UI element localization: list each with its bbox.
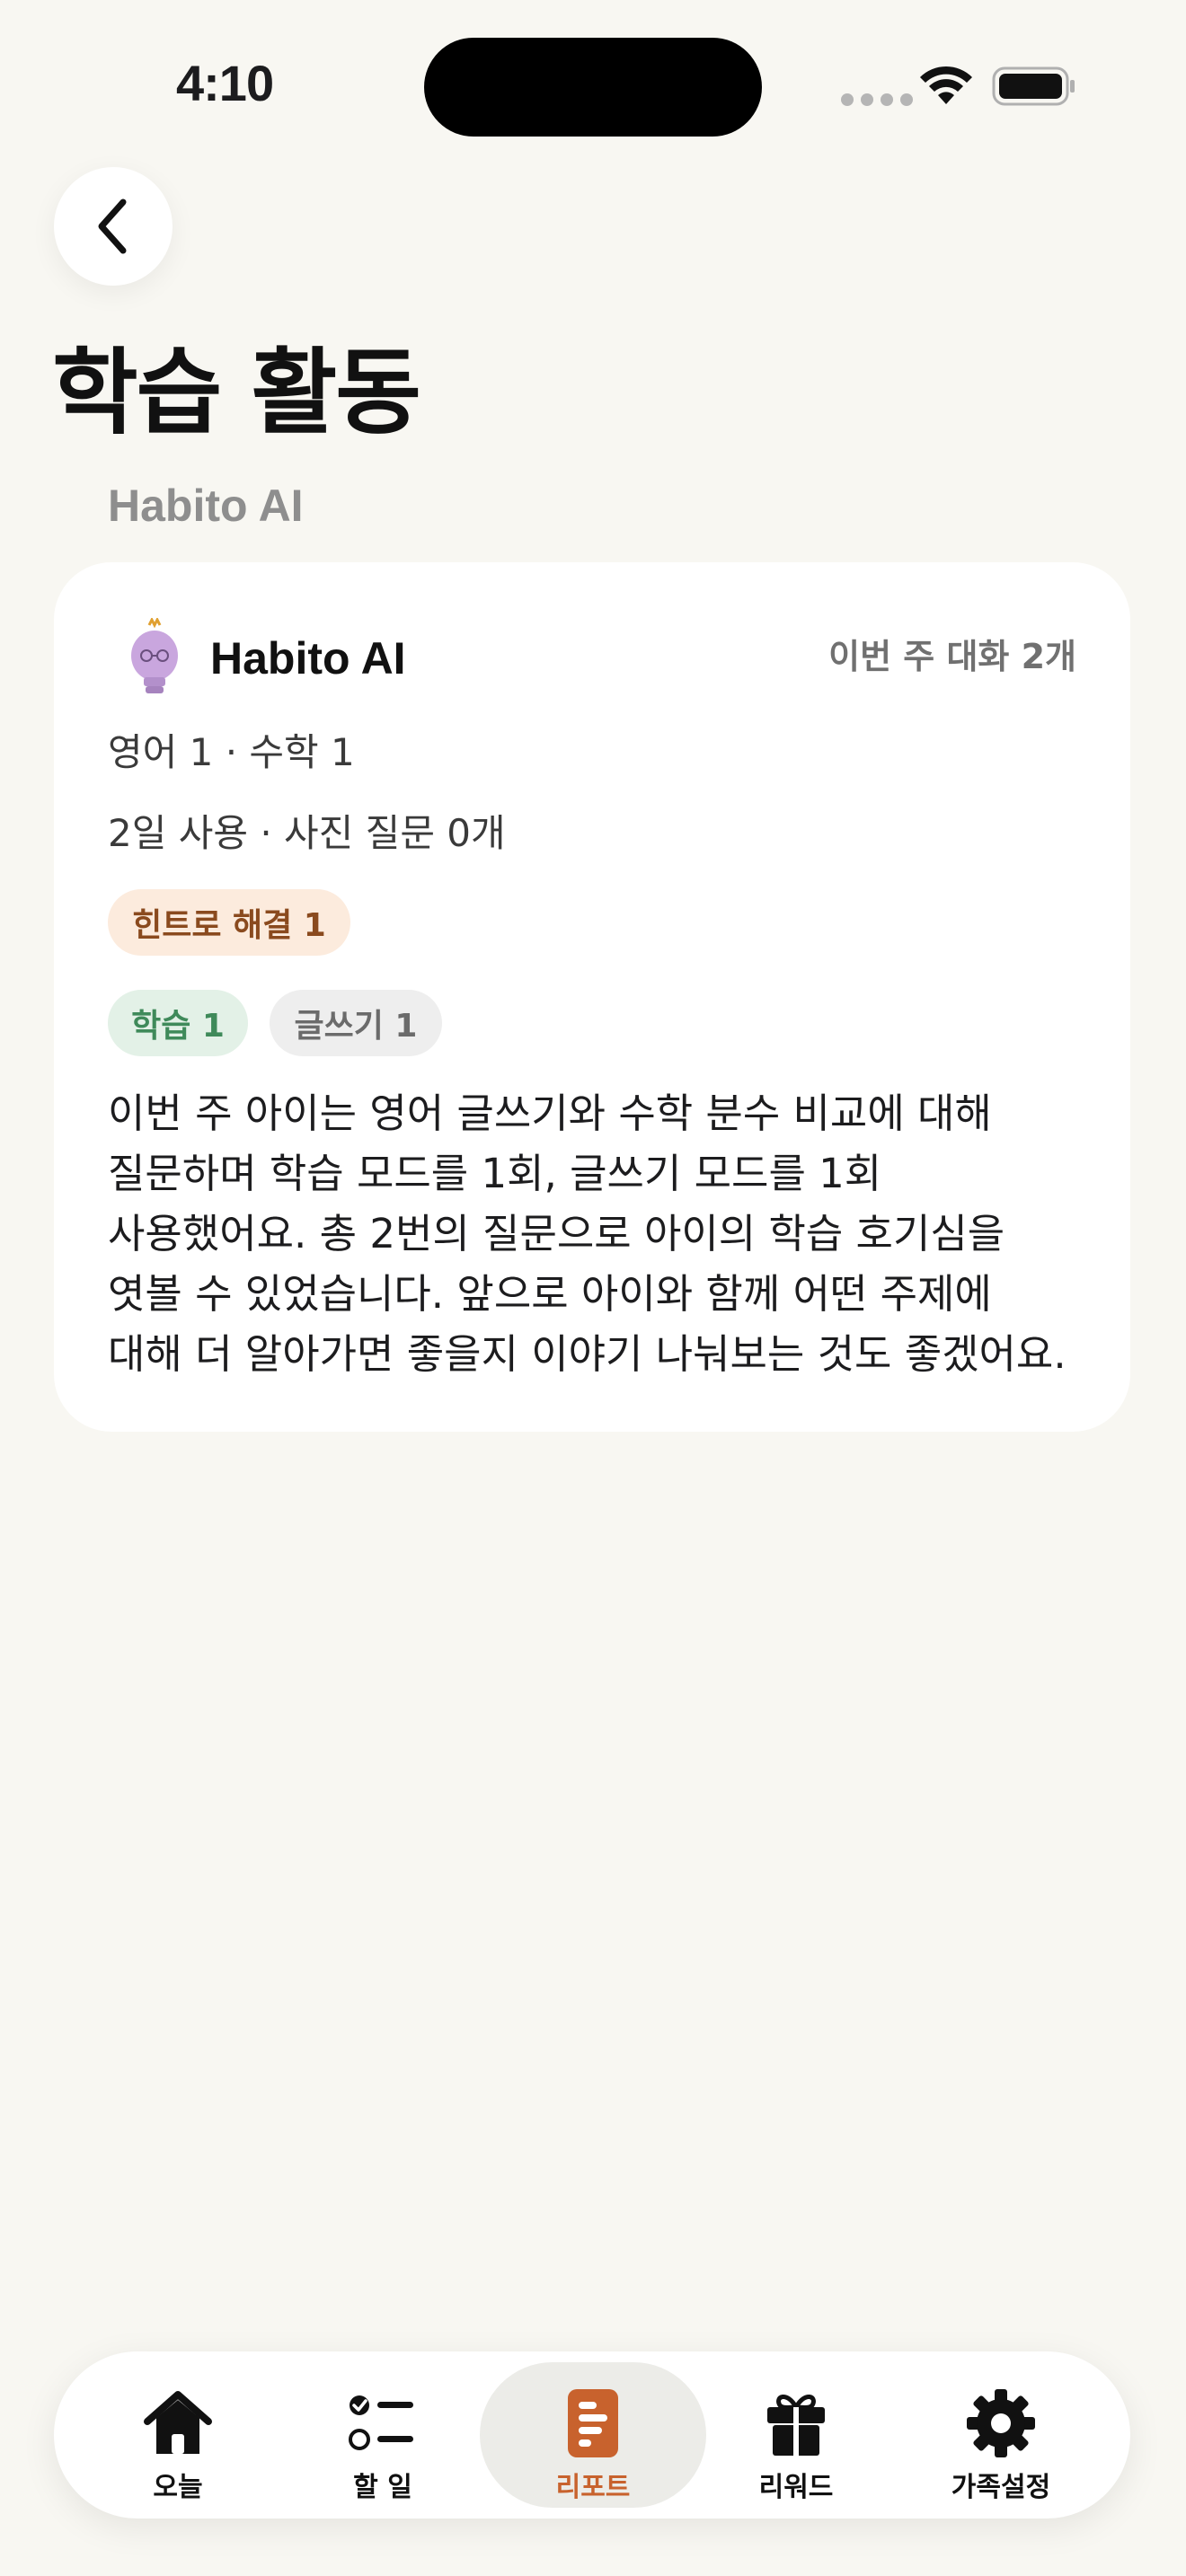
tab-label: 할 일: [353, 2472, 412, 2503]
back-button[interactable]: [54, 167, 173, 286]
report-icon: [568, 2389, 618, 2457]
tab-reward[interactable]: 리워드: [683, 2362, 909, 2508]
status-time: 4:10: [176, 55, 274, 111]
page-title: 학습 활동: [52, 338, 421, 447]
weekly-summary-text: 이번 주 아이는 영어 글쓰기와 수학 분수 비교에 대해 질문하며 학습 모드…: [108, 1090, 1067, 1378]
chevron-left-icon: [98, 198, 127, 254]
gear-icon: [967, 2389, 1035, 2457]
tab-label: 가족설정: [951, 2472, 1051, 2503]
subject-breakdown: 영어 1 · 수학 1: [108, 730, 355, 774]
battery-icon: [992, 66, 1075, 106]
section-label: Habito AI: [108, 481, 304, 531]
gift-icon: [767, 2395, 825, 2456]
ai-activity-card: Habito AI 이번 주 대화 2개 영어 1 · 수학 1 2일 사용 ·…: [54, 562, 1130, 1432]
weekly-conversation-count: 이번 주 대화 2개: [828, 637, 1076, 676]
tab-label: 리포트: [555, 2472, 631, 2503]
tab-label: 리워드: [758, 2472, 834, 2503]
tab-label: 오늘: [153, 2472, 203, 2503]
tab-family-settings[interactable]: 가족설정: [888, 2362, 1114, 2508]
tab-todo[interactable]: 할 일: [270, 2362, 496, 2508]
writing-mode-badge: 글쓰기 1: [270, 990, 442, 1056]
bottom-tab-bar: 오늘 할 일 리포트 리워드 가족설정: [54, 2351, 1130, 2519]
tab-report[interactable]: 리포트: [480, 2362, 706, 2508]
dynamic-island: [424, 38, 762, 137]
study-mode-badge: 학습 1: [108, 990, 248, 1056]
hint-solved-badge: 힌트로 해결 1: [108, 889, 350, 956]
app-screen: 4:10 학습 활동 Habito AI Habito AI 이번 주 대화 2…: [0, 0, 1186, 2576]
checklist-icon: [349, 2395, 413, 2450]
tab-today[interactable]: 오늘: [65, 2362, 291, 2508]
usage-summary: 2일 사용 · 사진 질문 0개: [108, 811, 506, 855]
wifi-icon: [920, 66, 972, 104]
ai-name: Habito AI: [210, 633, 406, 684]
cellular-signal-icon: [841, 93, 913, 106]
lightbulb-mascot-icon: [131, 618, 178, 693]
home-icon: [144, 2391, 212, 2454]
